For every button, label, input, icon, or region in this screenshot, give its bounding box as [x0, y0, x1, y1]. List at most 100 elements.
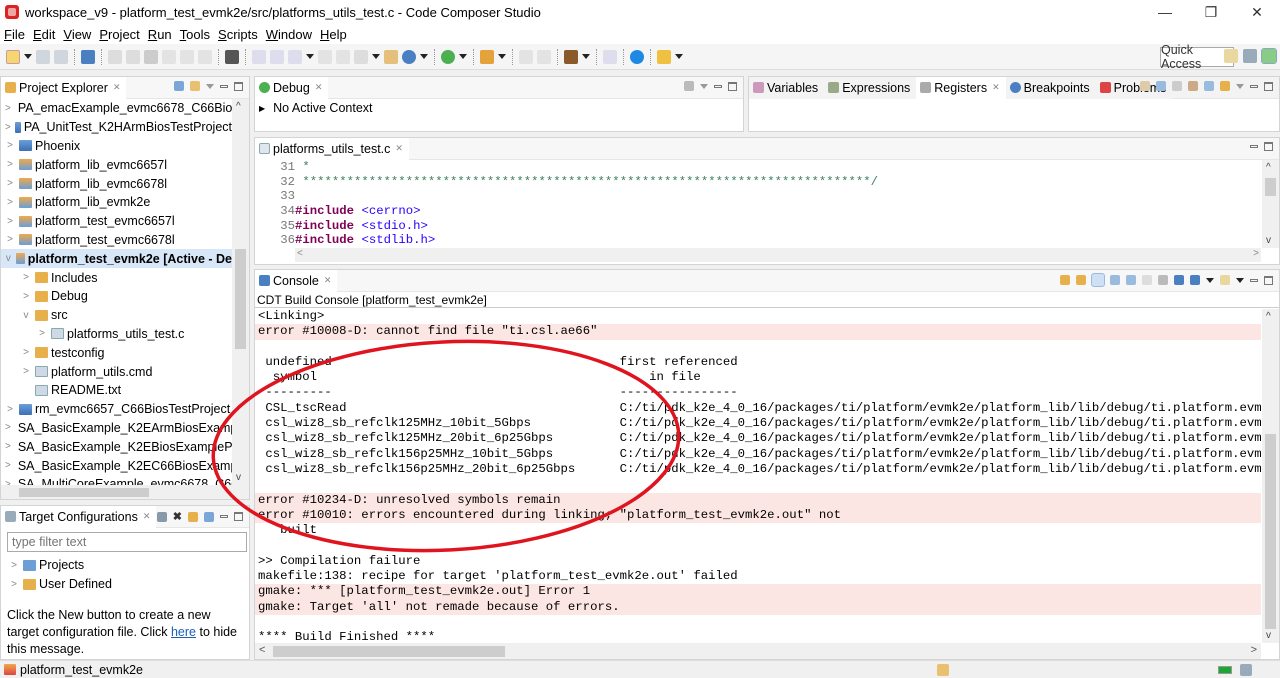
close-tab-icon[interactable]: ✕	[395, 143, 403, 154]
tree-item[interactable]: > SA_BasicExample_K2EC66BiosExample	[1, 456, 232, 475]
expand-chevron-icon[interactable]: >	[37, 328, 47, 339]
expand-chevron-icon[interactable]: v	[5, 253, 12, 264]
clear-console-icon[interactable]	[1158, 275, 1168, 285]
scroll-down-icon[interactable]: v	[1266, 630, 1271, 641]
close-tab-icon[interactable]: ✕	[143, 511, 151, 522]
step-over-icon[interactable]	[180, 49, 194, 64]
refresh-icon[interactable]	[1156, 81, 1166, 91]
tree-item[interactable]: > platforms_utils_test.c	[1, 325, 232, 344]
tree-item[interactable]: > platform_test_evmc6657l	[1, 212, 232, 231]
menu-edit[interactable]: Edit	[33, 27, 55, 42]
minimize-icon[interactable]	[714, 84, 722, 88]
scroll-thumb[interactable]	[1265, 178, 1276, 196]
console-vscroll[interactable]: ^ v	[1262, 309, 1279, 643]
new-dropdown-icon[interactable]	[24, 53, 32, 60]
open-console-icon[interactable]	[1220, 275, 1230, 285]
tree-item[interactable]: > platform_lib_evmc6678l	[1, 174, 232, 193]
tree-item[interactable]: > platform_utils.cmd	[1, 362, 232, 381]
display-console-dropdown-icon[interactable]	[1206, 277, 1214, 283]
tree-item-projects[interactable]: > Projects	[9, 556, 112, 575]
new-view-icon[interactable]	[1204, 81, 1214, 91]
tab-registers[interactable]: Registers ✕	[916, 76, 1006, 99]
expand-chevron-icon[interactable]: >	[21, 366, 31, 377]
collapse-all-icon[interactable]	[174, 81, 184, 91]
tab-debug[interactable]: Debug ✕	[255, 76, 329, 99]
expand-chevron-icon[interactable]: v	[21, 310, 31, 321]
pin-icon[interactable]	[1188, 81, 1198, 91]
maximize-icon[interactable]	[728, 81, 737, 91]
expand-chevron-icon[interactable]: >	[21, 347, 31, 358]
build-config-dropdown-icon[interactable]	[498, 53, 506, 60]
debug-target-icon[interactable]	[402, 49, 416, 64]
tree-item[interactable]: > PA_emacExample_evmc6678_C66Bios	[1, 99, 232, 118]
view-menu-icon[interactable]	[206, 83, 214, 89]
menu-file[interactable]: File	[4, 27, 25, 42]
tab-variables[interactable]: Variables	[749, 76, 825, 99]
ccs-edit-perspective-icon[interactable]	[1243, 49, 1257, 63]
filter-input[interactable]	[7, 532, 247, 552]
tab-target-configurations[interactable]: Target Configurations ✕	[1, 505, 157, 528]
debug-target-dropdown-icon[interactable]	[420, 53, 428, 60]
scroll-up-icon[interactable]: ^	[1266, 311, 1271, 322]
code-editor[interactable]: 31 * 32 *********************************…	[255, 160, 1261, 248]
close-tab-icon[interactable]: ✕	[315, 82, 323, 93]
view-menu-icon[interactable]	[1236, 83, 1244, 89]
tab-project-explorer[interactable]: Project Explorer ✕	[1, 76, 127, 99]
minimize-icon[interactable]	[1250, 278, 1258, 282]
debug-context-item[interactable]: ▶ No Active Context	[255, 99, 743, 118]
tree-item[interactable]: > rm_evmc6657_C66BiosTestProject	[1, 400, 232, 419]
scroll-right-icon[interactable]: >	[1253, 248, 1259, 259]
minimize-icon[interactable]	[1250, 84, 1258, 88]
scroll-down-icon[interactable]: v	[236, 472, 241, 483]
suspend-icon[interactable]	[126, 49, 140, 64]
maximize-icon[interactable]	[1264, 81, 1273, 91]
resume-icon[interactable]	[108, 49, 122, 64]
expand-chevron-icon[interactable]: >	[5, 422, 11, 433]
scroll-up-icon[interactable]: ^	[236, 101, 241, 112]
save-icon[interactable]	[36, 49, 50, 64]
menu-scripts[interactable]: Scripts	[218, 27, 258, 42]
debug-dropdown-icon[interactable]	[459, 53, 467, 60]
new-icon[interactable]	[6, 49, 20, 64]
scroll-up-icon[interactable]: ^	[1266, 162, 1271, 173]
tab-editor-file[interactable]: platforms_utils_test.c ✕	[255, 137, 409, 160]
new-target-config-icon[interactable]	[156, 511, 167, 522]
step-into-icon[interactable]	[162, 49, 176, 64]
tree-item-user-defined[interactable]: > User Defined	[9, 575, 112, 594]
link-editor-icon[interactable]	[190, 81, 200, 91]
tree-item[interactable]: > platform_lib_evmc6657l	[1, 155, 232, 174]
scroll-lock-icon[interactable]	[1110, 275, 1120, 285]
tab-breakpoints[interactable]: Breakpoints	[1005, 76, 1096, 99]
hide-message-link[interactable]: here	[171, 625, 196, 639]
close-button[interactable]: ✕	[1234, 0, 1280, 24]
collapse-icon[interactable]	[1172, 81, 1182, 91]
tree-item[interactable]: README.txt	[1, 381, 232, 400]
debug-icon[interactable]	[441, 49, 455, 64]
editor-vscroll[interactable]: ^ v	[1262, 160, 1279, 248]
scroll-left-icon[interactable]: <	[259, 644, 265, 656]
pencil-icon[interactable]	[657, 49, 671, 64]
hscroll-thumb[interactable]	[273, 646, 505, 657]
expand-chevron-icon[interactable]: >	[5, 234, 15, 245]
tree-item[interactable]: > platform_test_evmc6678l	[1, 231, 232, 250]
load-dropdown-icon[interactable]	[306, 53, 314, 60]
expand-chevron-icon[interactable]: >	[9, 579, 19, 590]
tree-item[interactable]: > Debug	[1, 287, 232, 306]
previous-error-icon[interactable]	[1076, 275, 1086, 285]
restore-button[interactable]: ❐	[1188, 0, 1234, 24]
connect-icon[interactable]	[318, 49, 332, 64]
tree-item[interactable]: > Phoenix	[1, 137, 232, 156]
reset-dropdown-icon[interactable]	[372, 53, 380, 60]
expand-chevron-icon[interactable]: >	[5, 178, 15, 189]
expand-chevron-icon[interactable]: >	[5, 140, 15, 151]
close-tab-icon[interactable]: ✕	[324, 275, 332, 286]
tree-item[interactable]: v src	[1, 306, 232, 325]
project-tree-vscroll[interactable]: ^ v	[232, 99, 249, 485]
menu-view[interactable]: View	[63, 27, 91, 42]
view-menu-icon[interactable]	[700, 83, 708, 89]
delete-icon[interactable]: ✖	[173, 510, 182, 523]
next-error-icon[interactable]	[1060, 275, 1070, 285]
scroll-right-icon[interactable]: >	[1251, 644, 1257, 656]
minimize-icon[interactable]	[220, 84, 228, 88]
undo-icon[interactable]	[519, 49, 533, 64]
